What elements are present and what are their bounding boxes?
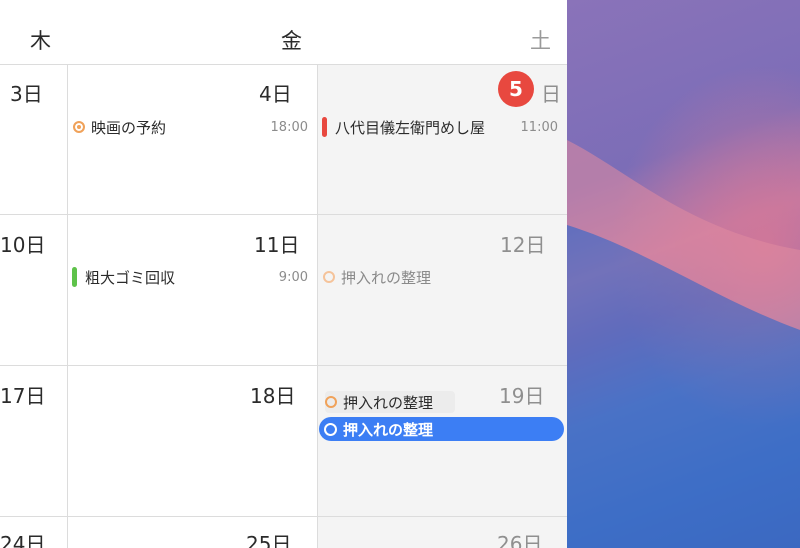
event-closet-19-selected[interactable]: 押入れの整理 [319,417,564,441]
event-title: 映画の予約 [91,118,167,137]
grid-line [0,516,567,517]
date-11: 11日 [254,233,300,257]
calendar-month-view: 木 金 土 3日 4日 5 日 映画の予約 18:00 八代目儀左衛門めし屋 1… [0,0,567,548]
reminder-circle-icon [325,396,337,408]
event-title: 八代目儀左衛門めし屋 [335,118,486,137]
weekday-thu: 木 [30,29,51,53]
event-closet-19[interactable]: 押入れの整理 [325,391,455,413]
calendar-bar-icon [322,117,327,137]
date-24: 24日 [0,532,46,548]
event-restaurant[interactable]: 八代目儀左衛門めし屋 11:00 [322,116,558,138]
weekday-header: 木 金 土 [0,0,567,64]
date-4: 4日 [259,82,292,106]
date-5-suffix: 日 [541,82,561,106]
date-17: 17日 [0,384,46,408]
date-12: 12日 [500,233,546,257]
weekday-fri: 金 [281,29,302,53]
calendar-dot-icon [73,121,85,133]
date-26: 26日 [497,532,543,548]
wallpaper-wave [567,140,800,548]
date-19: 19日 [499,384,545,408]
event-garbage[interactable]: 粗大ゴミ回収 9:00 [72,266,308,288]
date-25: 25日 [246,532,292,548]
event-title: 押入れの整理 [343,420,434,439]
weekday-sat: 土 [530,29,551,53]
event-closet-12[interactable]: 押入れの整理 [323,266,559,288]
today-badge: 5 [498,71,534,107]
event-time: 18:00 [270,119,308,135]
grid-line [0,214,567,215]
event-title: 押入れの整理 [343,393,434,412]
reminder-circle-icon [323,271,335,283]
calendar-bar-icon [72,267,77,287]
reminder-circle-icon [324,422,337,436]
grid-line [0,365,567,366]
date-3: 3日 [10,82,43,106]
event-movie[interactable]: 映画の予約 18:00 [73,116,308,138]
event-title: 押入れの整理 [341,268,432,287]
event-time: 11:00 [520,119,558,135]
date-18: 18日 [250,384,296,408]
event-title: 粗大ゴミ回収 [85,268,176,287]
date-10: 10日 [0,233,46,257]
event-time: 9:00 [278,269,308,285]
